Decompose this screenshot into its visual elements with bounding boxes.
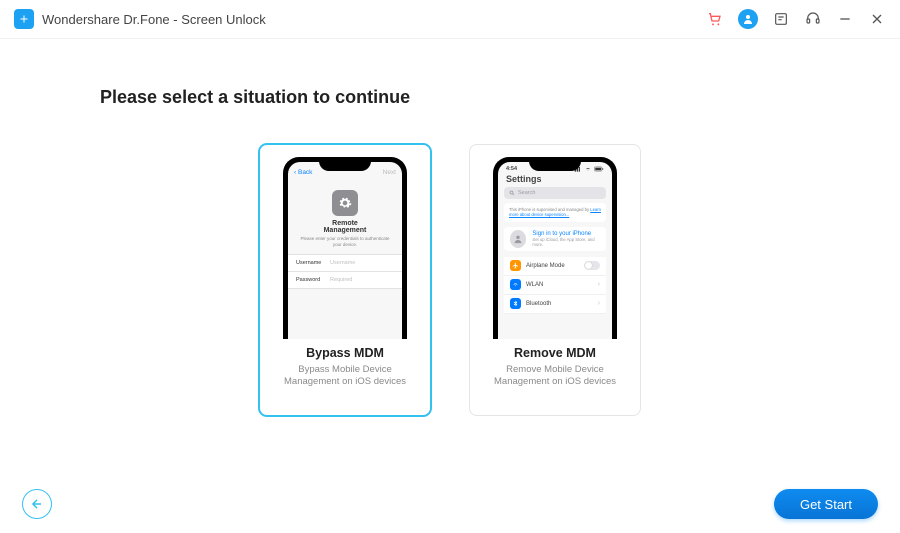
password-field: Password Required (288, 271, 402, 289)
bypass-card-desc: Bypass Mobile Device Management on iOS d… (268, 364, 422, 389)
gear-icon (332, 190, 358, 216)
settings-title: Settings (498, 172, 612, 187)
bypass-card-title: Bypass MDM (306, 346, 384, 360)
settings-row-airplane: Airplane Mode (504, 257, 606, 276)
username-field: Username Username (288, 254, 402, 271)
remove-card-desc: Remove Mobile Device Management on iOS d… (478, 364, 632, 389)
app-logo (14, 9, 34, 29)
screen-next-label: Next (383, 169, 396, 176)
signin-row: Sign in to your iPhone Set up iCloud, th… (504, 227, 606, 251)
screen-back-label: ‹ Back (294, 169, 312, 176)
settings-search: Search (504, 187, 606, 199)
window-title: Wondershare Dr.Fone - Screen Unlock (42, 12, 266, 27)
bypass-phone-mockup: ‹ Back Next Remote Management Please ent… (283, 157, 407, 339)
back-button[interactable] (22, 489, 52, 519)
bypass-mdm-card[interactable]: ‹ Back Next Remote Management Please ent… (259, 144, 431, 416)
remove-card-title: Remove MDM (514, 346, 596, 360)
support-icon[interactable] (804, 10, 822, 28)
remove-mdm-card[interactable]: 4:54 Settings Search This iPhone is su (469, 144, 641, 416)
chevron-right-icon: › (598, 300, 600, 307)
remote-mgmt-sub: Please enter your credentials to authent… (288, 234, 402, 254)
remote-mgmt-title-1: Remote (288, 220, 402, 227)
footer: Get Start (0, 489, 900, 519)
avatar-icon (510, 230, 526, 248)
feedback-icon[interactable] (772, 10, 790, 28)
toggle-icon (584, 261, 600, 270)
remove-phone-mockup: 4:54 Settings Search This iPhone is su (493, 157, 617, 339)
chevron-right-icon: › (598, 281, 600, 288)
cart-icon[interactable] (706, 10, 724, 28)
get-start-button[interactable]: Get Start (774, 489, 878, 519)
settings-row-wlan: WLAN › (504, 276, 606, 295)
option-cards: ‹ Back Next Remote Management Please ent… (100, 144, 800, 416)
close-icon[interactable] (868, 10, 886, 28)
settings-row-bluetooth: Bluetooth › (504, 295, 606, 314)
minimize-icon[interactable] (836, 10, 854, 28)
remote-mgmt-title-2: Management (288, 227, 402, 234)
status-time: 4:54 (506, 166, 517, 172)
page-heading: Please select a situation to continue (100, 87, 800, 108)
title-bar: Wondershare Dr.Fone - Screen Unlock (0, 0, 900, 39)
user-icon[interactable] (738, 9, 758, 29)
supervision-banner: This iPhone is supervised and managed by… (504, 203, 606, 222)
